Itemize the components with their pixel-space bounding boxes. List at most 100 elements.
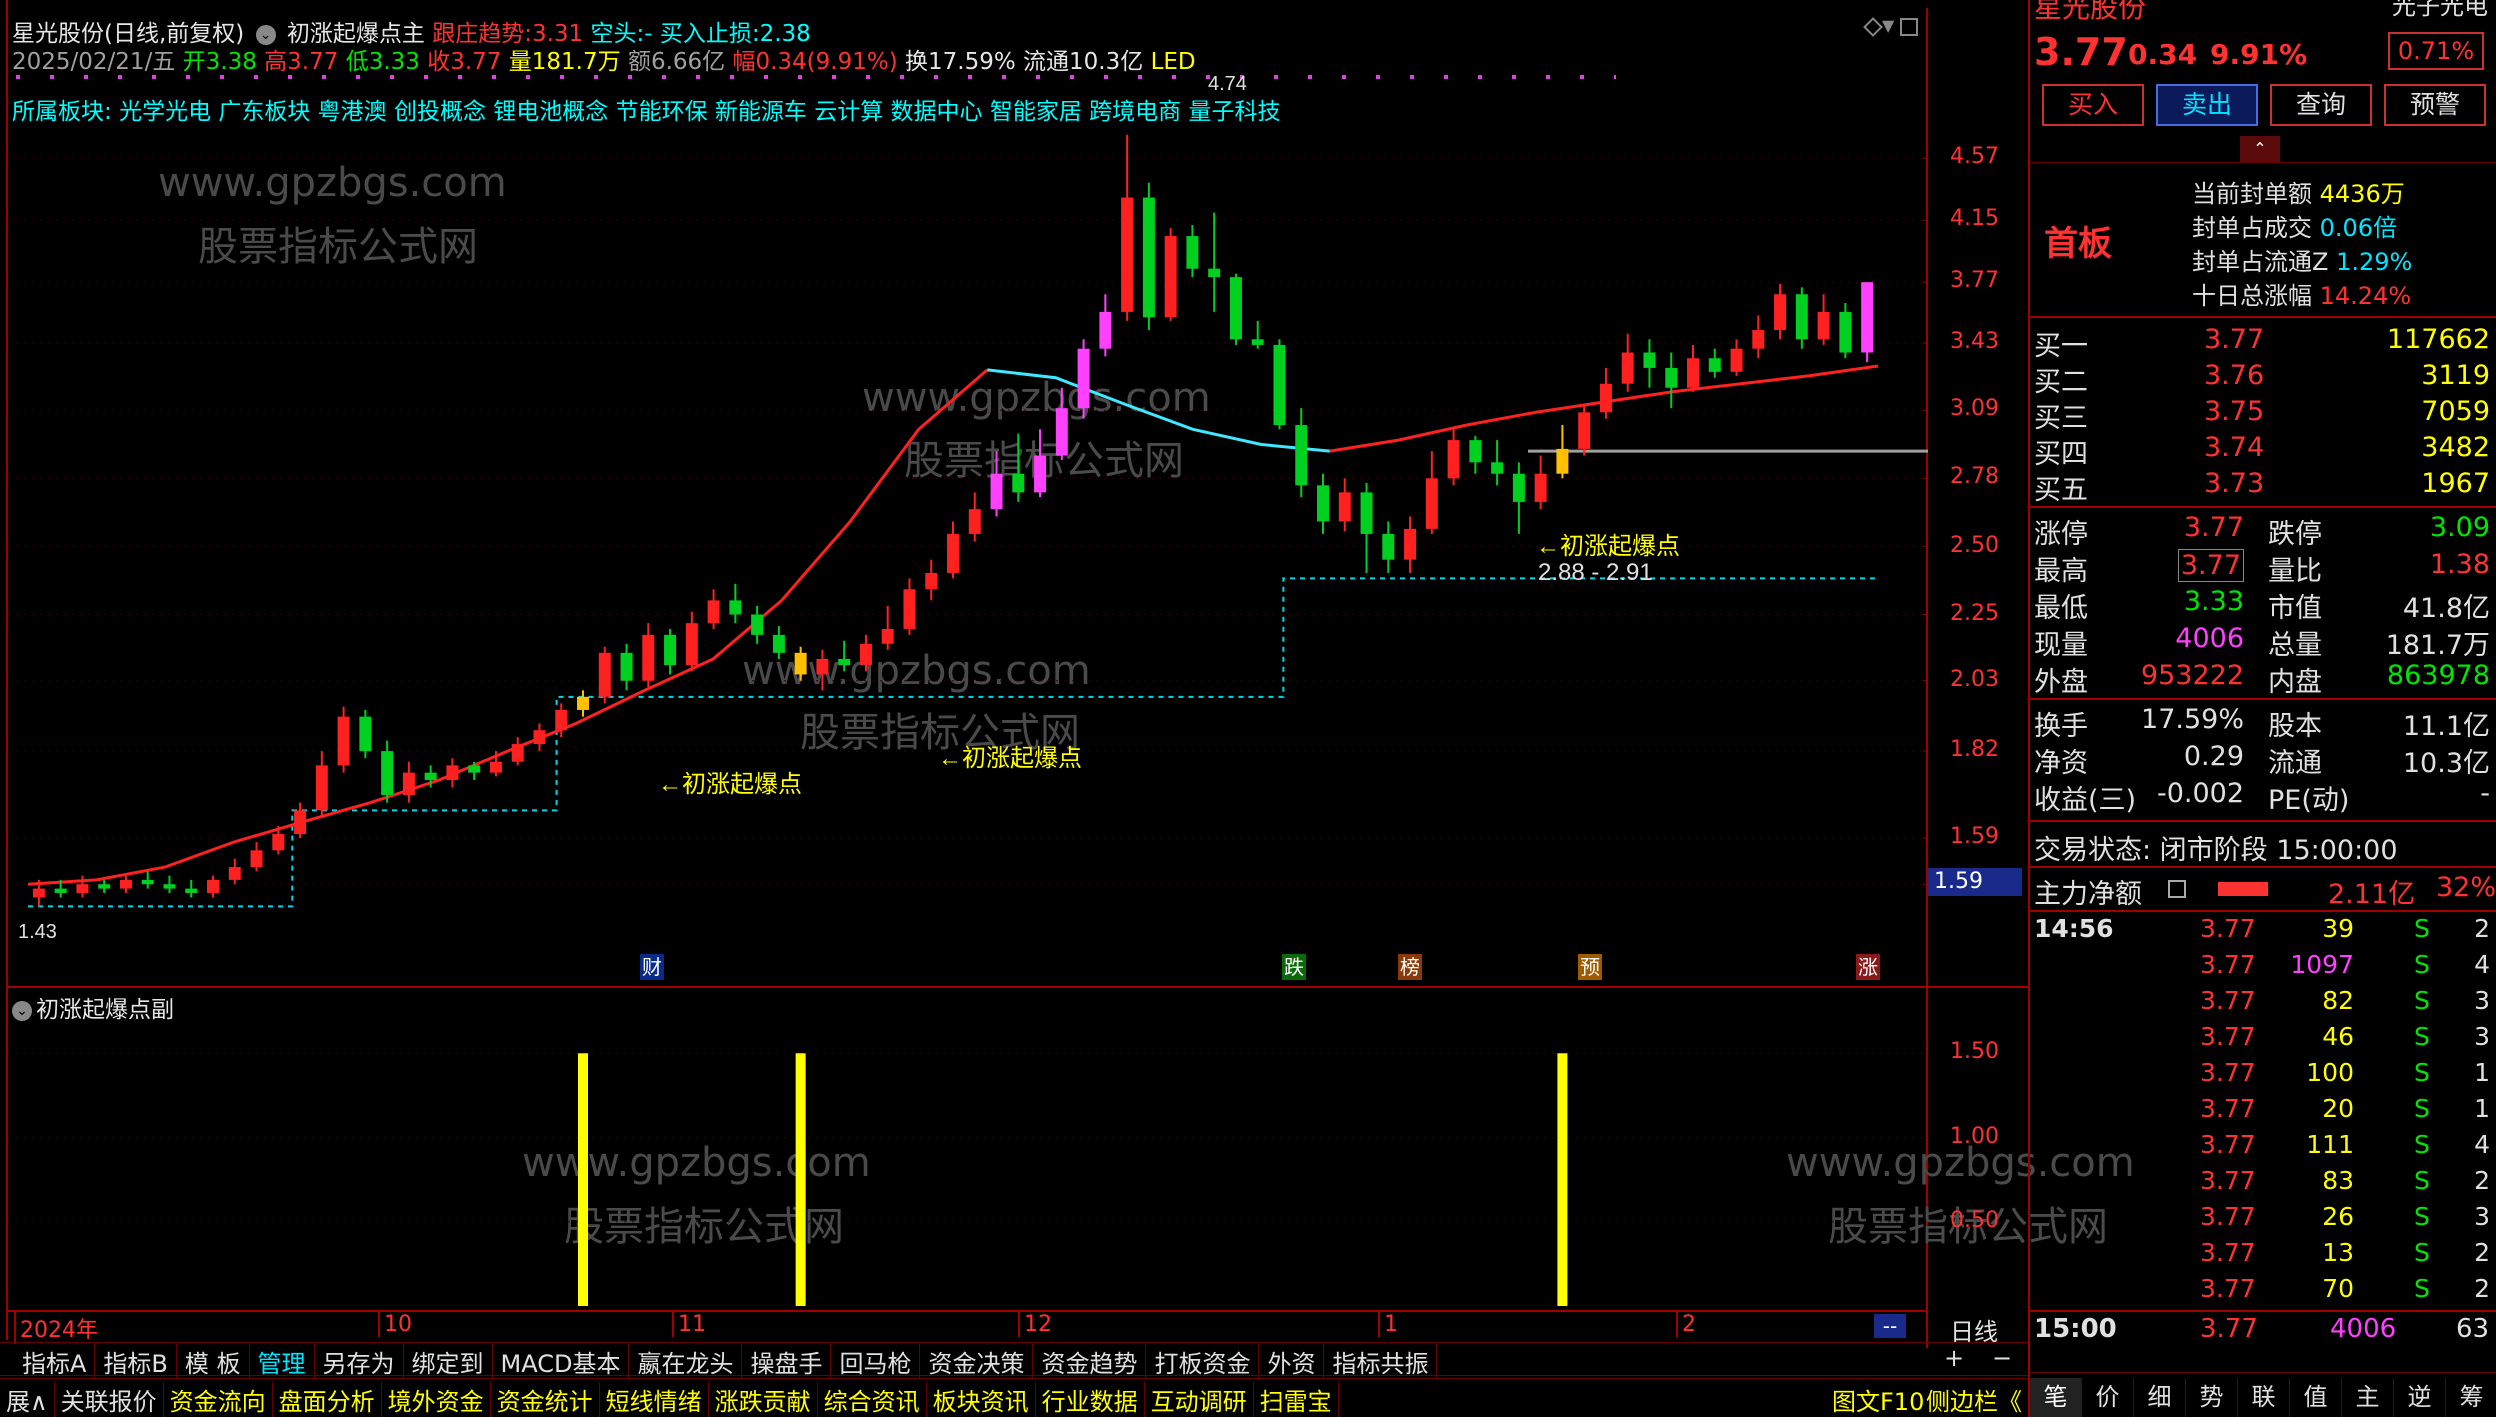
candle-body[interactable] xyxy=(1012,473,1025,493)
candle-body[interactable] xyxy=(402,772,415,795)
query-button[interactable]: 查询 xyxy=(2270,84,2372,126)
sidebar-tab[interactable]: 笔 xyxy=(2030,1378,2082,1417)
event-marker-drop[interactable]: 跌 xyxy=(1282,954,1306,980)
buy-button[interactable]: 买入 xyxy=(2042,84,2144,126)
candle-body[interactable] xyxy=(468,765,481,773)
candle-body[interactable] xyxy=(1055,408,1068,456)
alert-button[interactable]: 预警 xyxy=(2384,84,2486,126)
candle-body[interactable] xyxy=(577,696,589,710)
candle-body[interactable] xyxy=(1687,358,1699,388)
toolbar-item[interactable]: 展∧ xyxy=(0,1382,55,1417)
toolbar-item[interactable]: 涨跌贡献 xyxy=(709,1382,818,1417)
candle-body[interactable] xyxy=(1839,311,1852,353)
candle-body[interactable] xyxy=(511,744,524,762)
candle-body[interactable] xyxy=(359,716,372,752)
candle-body[interactable] xyxy=(1665,367,1678,388)
signal-bar[interactable] xyxy=(795,1053,806,1306)
candle-body[interactable] xyxy=(1338,492,1351,522)
candle-body[interactable] xyxy=(925,572,938,590)
indicator-tab[interactable]: 指标共振 xyxy=(1324,1344,1438,1379)
candle-body[interactable] xyxy=(1708,358,1721,372)
indicator-tab[interactable]: 外资 xyxy=(1259,1344,1325,1379)
candle-body[interactable] xyxy=(207,879,219,893)
toolbar-item[interactable]: 互动调研 xyxy=(1145,1382,1254,1417)
toolbar-item[interactable]: 扫雷宝 xyxy=(1254,1382,1339,1417)
indicator-tab[interactable]: MACD基本 xyxy=(493,1344,630,1379)
candle-body[interactable] xyxy=(1556,448,1569,474)
sidebar-toggle[interactable]: 侧边栏《 xyxy=(1926,1382,2022,1417)
x-axis-end-marker[interactable]: -- xyxy=(1874,1314,1906,1338)
candle-body[interactable] xyxy=(1164,236,1177,318)
candle-body[interactable] xyxy=(141,879,154,885)
sell-button[interactable]: 卖出 xyxy=(2156,84,2258,126)
toolbar-item[interactable]: 资金统计 xyxy=(491,1382,600,1417)
candle-body[interactable] xyxy=(816,658,829,675)
candle-body[interactable] xyxy=(98,884,111,889)
indicator-tab[interactable]: 指标A xyxy=(14,1344,96,1379)
candle-body[interactable] xyxy=(598,652,611,697)
candle-body[interactable] xyxy=(1077,348,1090,409)
candle-body[interactable] xyxy=(163,884,176,889)
candle-body[interactable] xyxy=(794,652,807,675)
candle-body[interactable] xyxy=(990,473,1003,510)
candle-body[interactable] xyxy=(1774,294,1787,331)
price-chart[interactable]: ←初涨起爆点←初涨起爆点←初涨起爆点2.88 - 2.914.741.43 xyxy=(8,0,1928,990)
toolbar-item[interactable]: 关联报价 xyxy=(55,1382,164,1417)
sidebar-tab[interactable]: 细 xyxy=(2134,1378,2186,1417)
candle-body[interactable] xyxy=(337,716,350,766)
candle-body[interactable] xyxy=(1404,528,1417,560)
candle-body[interactable] xyxy=(1447,440,1460,479)
candle-body[interactable] xyxy=(881,628,894,644)
candle-body[interactable] xyxy=(1273,344,1286,426)
candle-body[interactable] xyxy=(381,751,394,795)
candle-body[interactable] xyxy=(1817,311,1830,340)
candle-body[interactable] xyxy=(119,879,132,889)
candle-body[interactable] xyxy=(1752,330,1765,349)
collapse-icon[interactable]: ⌃ xyxy=(2240,136,2280,162)
candle-body[interactable] xyxy=(1491,462,1504,474)
candle-body[interactable] xyxy=(1186,236,1199,269)
toolbar-item[interactable]: 短线情绪 xyxy=(600,1382,709,1417)
candle-body[interactable] xyxy=(1034,455,1047,493)
candle-body[interactable] xyxy=(76,884,89,893)
sidebar-tab[interactable]: 联 xyxy=(2238,1378,2290,1417)
sector-badge[interactable]: 光子光电 xyxy=(2392,0,2488,21)
candle-body[interactable] xyxy=(1208,268,1221,278)
candle-body[interactable] xyxy=(185,888,198,893)
candle-body[interactable] xyxy=(1621,352,1634,384)
order-book-row[interactable]: 买三 3.75 7059 xyxy=(2034,396,2494,434)
candle-body[interactable] xyxy=(838,658,851,666)
candle-body[interactable] xyxy=(947,533,959,573)
sidebar-tab[interactable]: 势 xyxy=(2186,1378,2238,1417)
candle-body[interactable] xyxy=(250,850,263,868)
indicator-tab[interactable]: 打板资金 xyxy=(1146,1344,1260,1379)
indicator-tab[interactable]: 资金决策 xyxy=(920,1344,1034,1379)
candle-body[interactable] xyxy=(707,600,720,624)
indicator-tab[interactable]: 指标B xyxy=(95,1344,177,1379)
order-book-row[interactable]: 买一 3.77 117662 xyxy=(2034,324,2494,362)
candle-body[interactable] xyxy=(772,634,785,653)
badge-pct[interactable]: 0.71% xyxy=(2388,32,2484,70)
candle-body[interactable] xyxy=(1121,197,1134,312)
toolbar-item[interactable]: 行业数据 xyxy=(1036,1382,1145,1417)
candle-body[interactable] xyxy=(751,614,764,635)
toolbar-item[interactable]: 盘面分析 xyxy=(273,1382,382,1417)
candle-body[interactable] xyxy=(642,634,655,681)
candle-body[interactable] xyxy=(1382,533,1395,560)
signal-bar[interactable] xyxy=(1557,1053,1568,1306)
candle-body[interactable] xyxy=(1099,311,1112,349)
sidebar-tab[interactable]: 筹 xyxy=(2446,1378,2496,1417)
candle-body[interactable] xyxy=(1643,352,1656,368)
candle-body[interactable] xyxy=(533,730,546,745)
indicator-tab[interactable]: 嬴在龙头 xyxy=(629,1344,743,1379)
candle-body[interactable] xyxy=(1142,197,1155,318)
indicator-tab[interactable]: 模 板 xyxy=(177,1344,250,1379)
candle-body[interactable] xyxy=(1317,485,1329,522)
candle-body[interactable] xyxy=(859,643,872,666)
candle-body[interactable] xyxy=(32,888,45,898)
sidebar-tab[interactable]: 主 xyxy=(2342,1378,2394,1417)
tab-remove-button[interactable]: − xyxy=(1992,1344,2012,1372)
signal-bar[interactable] xyxy=(578,1053,588,1306)
candle-body[interactable] xyxy=(685,623,698,666)
candle-body[interactable] xyxy=(424,772,437,781)
